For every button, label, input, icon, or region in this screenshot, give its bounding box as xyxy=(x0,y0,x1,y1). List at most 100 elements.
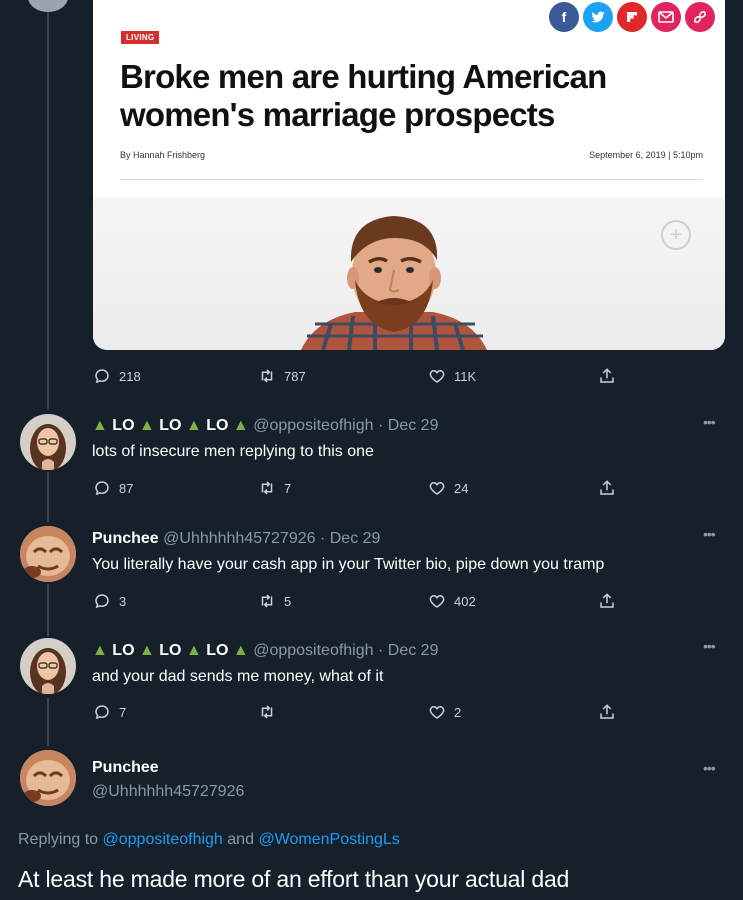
share-button[interactable] xyxy=(598,479,616,497)
tweet-actions: 218 787 11K xyxy=(93,367,623,389)
facebook-icon[interactable]: f xyxy=(549,2,579,32)
avatar[interactable] xyxy=(20,414,76,470)
section-badge: LIVING xyxy=(121,31,160,44)
user-handle[interactable]: @Uhhhhhh45727926 xyxy=(92,783,244,801)
retweet-count: 5 xyxy=(284,593,292,609)
reply-icon xyxy=(95,481,109,496)
flipboard-icon[interactable] xyxy=(617,2,647,32)
reply-button[interactable]: 87 xyxy=(93,479,133,497)
expand-icon[interactable]: + xyxy=(661,220,691,250)
retweet-icon xyxy=(261,481,273,495)
reply-count: 218 xyxy=(119,368,141,384)
reply-button[interactable]: 3 xyxy=(93,592,126,610)
retweet-count: 787 xyxy=(284,368,306,384)
tree-emoji-icon: ▲ xyxy=(138,642,155,659)
tweet-actions: 3 5 402 xyxy=(93,592,623,614)
reply-icon xyxy=(95,705,109,720)
mention-link[interactable]: @oppositeofhigh xyxy=(103,831,223,848)
like-button[interactable]: 2 xyxy=(428,703,461,721)
display-name[interactable]: Punchee xyxy=(92,759,159,776)
share-icon xyxy=(600,480,614,495)
retweet-button[interactable] xyxy=(258,703,284,721)
more-options-icon[interactable]: ••• xyxy=(703,414,716,430)
focused-tweet-text: At least he made more of an effort than … xyxy=(18,866,570,892)
share-icon xyxy=(600,368,614,383)
man-portrait-image xyxy=(301,216,487,350)
retweet-button[interactable]: 787 xyxy=(258,367,306,385)
more-options-icon[interactable]: ••• xyxy=(703,760,716,776)
thread-line-3 xyxy=(47,698,49,746)
retweet-icon xyxy=(261,594,273,608)
replying-to-line: Replying to @oppositeofhigh and @WomenPo… xyxy=(18,831,400,849)
tree-emoji-icon: ▲ xyxy=(232,417,249,434)
share-icon xyxy=(600,704,614,719)
tweet-text: You literally have your cash app in your… xyxy=(92,556,605,573)
like-count: 402 xyxy=(454,593,476,609)
heart-icon xyxy=(429,705,445,719)
avatar[interactable] xyxy=(28,0,68,12)
avatar[interactable] xyxy=(20,638,76,694)
display-name-part[interactable]: LO xyxy=(112,417,134,434)
like-count: 24 xyxy=(454,480,469,496)
tree-emoji-icon: ▲ xyxy=(185,642,202,659)
heart-icon xyxy=(429,481,445,495)
article-photo: + xyxy=(93,198,725,350)
article-card[interactable]: LIVING f Broke men are hurting American … xyxy=(93,0,725,350)
more-options-icon[interactable]: ••• xyxy=(703,638,716,654)
user-handle[interactable]: @Uhhhhhh45727926 xyxy=(163,530,315,547)
tree-emoji-icon: ▲ xyxy=(185,417,202,434)
avatar[interactable] xyxy=(20,750,76,806)
reply-button[interactable]: 7 xyxy=(93,703,126,721)
mention-link[interactable]: @WomenPostingLs xyxy=(258,831,399,848)
article-byline: By Hannah Frishberg xyxy=(120,150,206,160)
display-name-part[interactable]: LO xyxy=(112,642,134,659)
replying-and: and xyxy=(227,831,254,848)
tweet-date[interactable]: Dec 29 xyxy=(388,417,439,434)
thread-line-top xyxy=(47,0,49,410)
reply-button[interactable]: 218 xyxy=(93,367,141,385)
retweet-button[interactable]: 5 xyxy=(258,592,291,610)
like-count: 2 xyxy=(454,704,462,720)
reply-count: 3 xyxy=(119,593,127,609)
share-icons: f xyxy=(549,2,715,32)
tweet-date[interactable]: Dec 29 xyxy=(388,642,439,659)
like-button[interactable]: 402 xyxy=(428,592,476,610)
reply-icon xyxy=(95,369,109,384)
more-options-icon[interactable]: ••• xyxy=(703,526,716,542)
tweet-actions: 7 2 xyxy=(93,703,623,725)
email-icon[interactable] xyxy=(651,2,681,32)
link-icon[interactable] xyxy=(685,2,715,32)
like-button[interactable]: 24 xyxy=(428,479,468,497)
heart-icon xyxy=(429,369,445,383)
tweet-date[interactable]: Dec 29 xyxy=(330,530,381,547)
article-headline[interactable]: Broke men are hurting American women's m… xyxy=(120,58,710,134)
display-name-part[interactable]: LO xyxy=(206,642,228,659)
like-button[interactable]: 11K xyxy=(428,367,476,385)
display-name-part[interactable]: LO xyxy=(159,642,181,659)
retweet-icon xyxy=(261,369,273,383)
tweet-text: lots of insecure men replying to this on… xyxy=(92,443,374,460)
tree-emoji-icon: ▲ xyxy=(138,417,155,434)
article-dateline: September 6, 2019 | 5:10pm xyxy=(589,150,703,160)
tree-emoji-icon: ▲ xyxy=(232,642,249,659)
separator-dot: · xyxy=(319,530,326,547)
twitter-icon[interactable] xyxy=(583,2,613,32)
share-button[interactable] xyxy=(598,703,616,721)
focused-tweet-header: Punchee xyxy=(92,759,159,777)
reply-header: Punchee @Uhhhhhh45727926 · Dec 29 xyxy=(92,530,380,548)
tweet-text: and your dad sends me money, what of it xyxy=(92,668,384,685)
display-name-part[interactable]: LO xyxy=(159,417,181,434)
share-icon xyxy=(600,593,614,608)
divider xyxy=(120,179,703,180)
retweet-button[interactable]: 7 xyxy=(258,479,291,497)
user-handle[interactable]: @oppositeofhigh xyxy=(253,417,373,434)
user-handle[interactable]: @oppositeofhigh xyxy=(253,642,373,659)
share-button[interactable] xyxy=(598,592,616,610)
share-button[interactable] xyxy=(598,367,616,385)
display-name-part[interactable]: LO xyxy=(206,417,228,434)
display-name[interactable]: Punchee xyxy=(92,530,159,547)
reply-icon xyxy=(95,594,109,609)
avatar[interactable] xyxy=(20,526,76,582)
reply-count: 87 xyxy=(119,480,134,496)
thread-line-2 xyxy=(47,584,49,636)
